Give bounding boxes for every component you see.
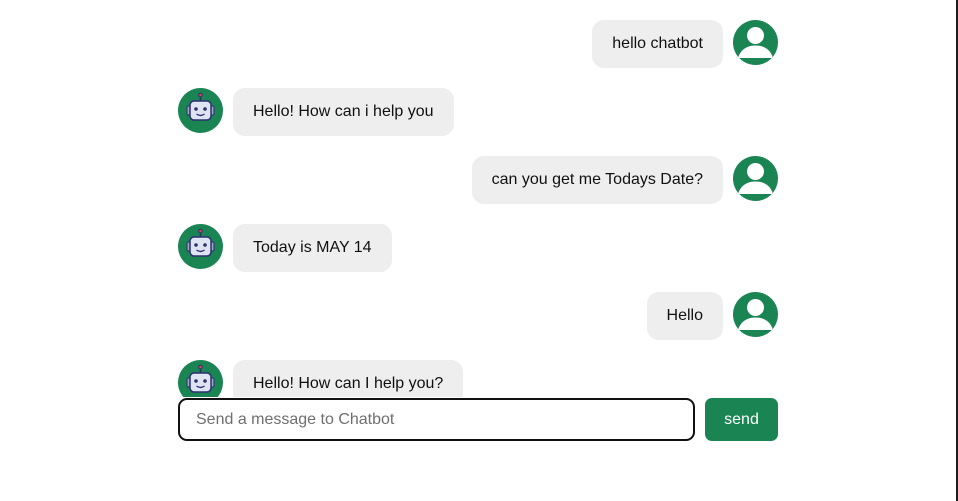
message-composer: send — [178, 398, 778, 441]
message-bubble: Hello! How can i help you — [233, 88, 454, 136]
message-bubble: hello chatbot — [592, 20, 723, 68]
chat-messages[interactable]: hello chatbot Hello! How can i help you — [178, 0, 778, 397]
message-row-bot: Hello! How can I help you? — [178, 360, 778, 397]
user-avatar-icon — [733, 156, 778, 201]
send-button[interactable]: send — [705, 398, 778, 441]
message-row-user: Hello — [178, 292, 778, 340]
message-row-user: hello chatbot — [178, 20, 778, 68]
message-row-bot: Hello! How can i help you — [178, 88, 778, 136]
message-bubble: Hello — [646, 292, 723, 340]
user-avatar-icon — [733, 20, 778, 65]
robot-avatar-icon — [178, 224, 223, 269]
message-bubble: Today is MAY 14 — [233, 224, 392, 272]
robot-avatar-icon — [178, 88, 223, 133]
message-bubble: can you get me Todays Date? — [471, 156, 723, 204]
message-row-user: can you get me Todays Date? — [178, 156, 778, 204]
message-bubble: Hello! How can I help you? — [233, 360, 464, 397]
robot-avatar-icon — [178, 360, 223, 397]
message-input[interactable] — [178, 398, 695, 441]
message-row-bot: Today is MAY 14 — [178, 224, 778, 272]
user-avatar-icon — [733, 292, 778, 337]
